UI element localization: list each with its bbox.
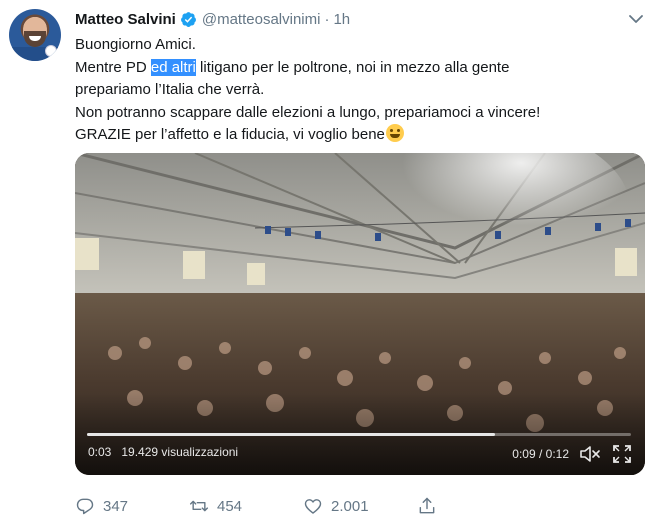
video-controls-right: 0:09 / 0:12 — [512, 443, 633, 465]
tweet: Matteo Salvini @matteosalvinimi · 1h Buo… — [0, 0, 653, 527]
tweet-timestamp[interactable]: 1h — [333, 11, 350, 28]
like-count: 2.001 — [331, 497, 369, 515]
tweet-header: Matteo Salvini @matteosalvinimi · 1h — [75, 9, 350, 29]
author-name[interactable]: Matteo Salvini — [75, 11, 176, 28]
heart-icon — [304, 499, 322, 514]
tweet-text-line: Non potranno scappare dalle elezioni a l… — [75, 103, 541, 121]
video-controls: 0:03 19.429 visualizzazioni 0:09 / 0:12 — [75, 423, 645, 475]
avatar-badge-icon — [45, 45, 57, 57]
avatar[interactable] — [9, 9, 61, 61]
reply-icon — [76, 498, 94, 515]
video-progress-fill — [87, 433, 495, 436]
text-selection-highlight: ed altri — [150, 58, 196, 76]
tweet-text-line: Mentre PD ed altri litigano per le poltr… — [75, 58, 510, 76]
retweet-button[interactable]: 454 — [189, 496, 303, 516]
verified-badge-icon — [180, 11, 196, 27]
smiling-face-emoji-icon — [385, 124, 404, 143]
tweet-text-line: Buongiorno Amici. — [75, 36, 196, 53]
speaker-muted-icon — [580, 446, 600, 462]
retweet-count: 454 — [217, 497, 243, 515]
tweet-text: Buongiorno Amici. Mentre PD ed altri lit… — [75, 34, 635, 147]
video-current-time: 0:03 — [88, 445, 112, 459]
like-button[interactable]: 2.001 — [303, 496, 417, 516]
header-separator: · — [324, 10, 330, 28]
tweet-actions: 347 454 2.001 — [75, 495, 635, 517]
retweet-icon — [189, 500, 209, 512]
video-time-position: 0:09 / 0:12 — [512, 447, 569, 461]
reply-button[interactable]: 347 — [75, 496, 189, 516]
fullscreen-button[interactable] — [611, 443, 633, 465]
fullscreen-icon — [613, 445, 631, 463]
tweet-text-line: prepariamo l’Italia che verrà. — [75, 81, 265, 99]
reply-count: 347 — [103, 497, 129, 515]
video-controls-left: 0:03 19.429 visualizzazioni — [88, 445, 238, 459]
video-player[interactable]: 0:03 19.429 visualizzazioni 0:09 / 0:12 — [75, 153, 645, 475]
tweet-text-line: GRAZIE per l’affetto e la fiducia, vi vo… — [75, 124, 635, 147]
share-icon — [419, 497, 435, 514]
share-button[interactable] — [417, 496, 531, 516]
author-handle[interactable]: @matteosalvinimi — [202, 11, 321, 28]
chevron-down-icon[interactable] — [628, 12, 644, 26]
video-view-count: 19.429 visualizzazioni — [121, 445, 239, 459]
mute-button[interactable] — [579, 443, 601, 465]
video-progress-bar[interactable] — [87, 433, 631, 436]
